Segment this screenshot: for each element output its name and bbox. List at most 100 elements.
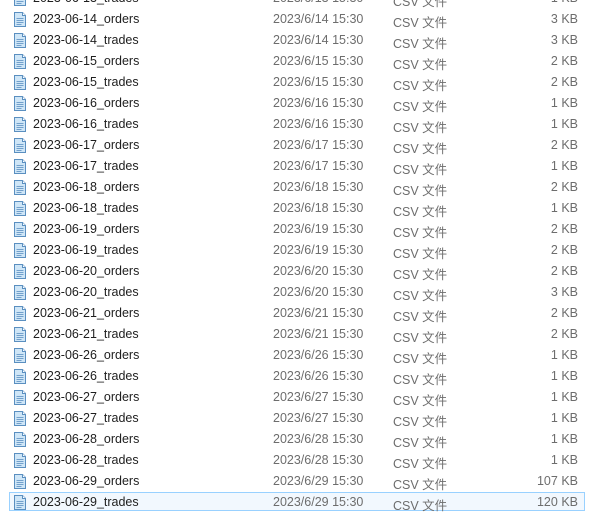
file-size: 1 KB (551, 0, 578, 5)
file-row[interactable]: 2023-06-18_trades 2023/6/18 15:30 CSV 文件… (0, 198, 611, 219)
file-modified-date: 2023/6/18 15:30 (273, 201, 364, 215)
file-row[interactable]: 2023-06-15_orders 2023/6/15 15:30 CSV 文件… (0, 51, 611, 72)
file-modified-date: 2023/6/19 15:30 (273, 222, 364, 236)
csv-file-icon (13, 264, 27, 279)
file-modified-date: 2023/6/26 15:30 (273, 369, 364, 383)
file-size: 1 KB (550, 369, 578, 383)
csv-file-icon (13, 12, 27, 27)
csv-file-icon (13, 474, 27, 489)
file-row[interactable]: 2023-06-20_trades 2023/6/20 15:30 CSV 文件… (0, 282, 611, 303)
file-modified-date: 2023/6/27 15:30 (273, 390, 364, 404)
file-type: CSV 文件 (393, 415, 448, 429)
file-name: 2023-06-15_orders (33, 54, 140, 68)
csv-file-icon (13, 432, 27, 447)
file-modified-date: 2023/6/21 15:30 (273, 306, 364, 320)
file-size: 107 KB (536, 474, 578, 488)
file-row[interactable]: 2023-06-28_orders 2023/6/28 15:30 CSV 文件… (0, 429, 611, 450)
file-modified-date: 2023/6/16 15:30 (273, 96, 364, 110)
file-type: CSV 文件 (393, 457, 448, 471)
file-size: 1 KB (550, 453, 578, 467)
file-row[interactable]: 2023-06-27_orders 2023/6/27 15:30 CSV 文件… (0, 387, 611, 408)
file-modified-date: 2023/6/20 15:30 (273, 264, 364, 278)
file-modified-date: 2023/6/14 15:30 (273, 12, 364, 26)
file-row[interactable]: 2023-06-26_orders 2023/6/26 15:30 CSV 文件… (0, 345, 611, 366)
csv-file-icon (13, 453, 27, 468)
file-type: CSV 文件 (393, 352, 448, 366)
file-type: CSV 文件 (393, 331, 448, 345)
file-size: 3 KB (550, 285, 578, 299)
file-type: CSV 文件 (393, 163, 448, 177)
file-modified-date: 2023/6/16 15:30 (273, 117, 364, 131)
csv-file-icon (13, 285, 27, 300)
file-row[interactable]: 2023-06-14_trades 2023/6/14 15:30 CSV 文件… (0, 30, 611, 51)
csv-file-icon (13, 495, 27, 510)
file-size: 2 KB (550, 75, 578, 89)
file-modified-date: 2023/6/17 15:30 (273, 138, 364, 152)
file-row[interactable]: 2023-06-26_trades 2023/6/26 15:30 CSV 文件… (0, 366, 611, 387)
file-type: CSV 文件 (393, 478, 448, 492)
file-modified-date: 2023/6/14 15:30 (273, 33, 364, 47)
file-row[interactable]: 2023-06-17_trades 2023/6/17 15:30 CSV 文件… (0, 156, 611, 177)
file-name: 2023-06-17_orders (33, 138, 140, 152)
csv-file-icon (13, 201, 27, 216)
csv-file-icon (13, 327, 27, 342)
file-row[interactable]: 2023-06-21_orders 2023/6/21 15:30 CSV 文件… (0, 303, 611, 324)
file-row[interactable]: 2023-06-27_trades 2023/6/27 15:30 CSV 文件… (0, 408, 611, 429)
file-type: CSV 文件 (393, 100, 448, 114)
file-modified-date: 2023/6/29 15:30 (273, 495, 364, 509)
file-type: CSV 文件 (393, 247, 448, 261)
file-row[interactable]: 2023-06-19_orders 2023/6/19 15:30 CSV 文件… (0, 219, 611, 240)
csv-file-icon (13, 180, 27, 195)
file-list: 2023-06-13_trades 2023/6/13 15:30 CSV 文件… (0, 0, 611, 513)
file-size: 2 KB (550, 138, 578, 152)
file-row[interactable]: 2023-06-28_trades 2023/6/28 15:30 CSV 文件… (0, 450, 611, 471)
file-modified-date: 2023/6/26 15:30 (273, 348, 364, 362)
file-row[interactable]: 2023-06-15_trades 2023/6/15 15:30 CSV 文件… (0, 72, 611, 93)
file-size: 3 KB (550, 12, 578, 26)
file-type: CSV 文件 (393, 205, 448, 219)
file-type: CSV 文件 (393, 184, 448, 198)
file-row[interactable]: 2023-06-13_trades 2023/6/13 15:30 CSV 文件… (0, 0, 611, 9)
csv-file-icon (13, 138, 27, 153)
file-row[interactable]: 2023-06-18_orders 2023/6/18 15:30 CSV 文件… (0, 177, 611, 198)
file-modified-date: 2023/6/15 15:30 (273, 54, 364, 68)
file-modified-date: 2023/6/19 15:30 (273, 243, 364, 257)
file-modified-date: 2023/6/28 15:30 (273, 432, 364, 446)
file-type: CSV 文件 (393, 394, 448, 408)
file-size: 2 KB (550, 327, 578, 341)
file-row[interactable]: 2023-06-14_orders 2023/6/14 15:30 CSV 文件… (0, 9, 611, 30)
file-name: 2023-06-21_trades (33, 327, 139, 341)
file-type: CSV 文件 (393, 37, 448, 51)
file-modified-date: 2023/6/29 15:30 (273, 474, 364, 488)
file-size: 2 KB (550, 264, 578, 278)
csv-file-icon (13, 369, 27, 384)
file-name: 2023-06-17_trades (33, 159, 139, 173)
file-type: CSV 文件 (393, 16, 448, 30)
file-type: CSV 文件 (393, 310, 448, 324)
file-name: 2023-06-20_trades (33, 285, 139, 299)
csv-file-icon (13, 159, 27, 174)
file-row[interactable]: 2023-06-16_orders 2023/6/16 15:30 CSV 文件… (0, 93, 611, 114)
file-name: 2023-06-19_trades (33, 243, 139, 257)
file-modified-date: 2023/6/20 15:30 (273, 285, 364, 299)
file-type: CSV 文件 (393, 373, 448, 387)
file-name: 2023-06-28_trades (33, 453, 139, 467)
file-row[interactable]: 2023-06-29_orders 2023/6/29 15:30 CSV 文件… (0, 471, 611, 492)
file-row[interactable]: 2023-06-17_orders 2023/6/17 15:30 CSV 文件… (0, 135, 611, 156)
file-type: CSV 文件 (393, 79, 448, 93)
csv-file-icon (13, 348, 27, 363)
file-name: 2023-06-16_orders (33, 96, 140, 110)
csv-file-icon (13, 75, 27, 90)
file-row[interactable]: 2023-06-21_trades 2023/6/21 15:30 CSV 文件… (0, 324, 611, 345)
file-row[interactable]: 2023-06-20_orders 2023/6/20 15:30 CSV 文件… (0, 261, 611, 282)
file-type: CSV 文件 (393, 226, 448, 240)
file-size: 2 KB (550, 306, 578, 320)
file-name: 2023-06-14_trades (33, 33, 139, 47)
file-name: 2023-06-26_orders (33, 348, 140, 362)
file-modified-date: 2023/6/28 15:30 (273, 453, 364, 467)
file-row[interactable]: 2023-06-19_trades 2023/6/19 15:30 CSV 文件… (0, 240, 611, 261)
file-modified-date: 2023/6/18 15:30 (273, 180, 364, 194)
file-row[interactable]: 2023-06-16_trades 2023/6/16 15:30 CSV 文件… (0, 114, 611, 135)
file-size: 2 KB (550, 54, 578, 68)
file-row[interactable]: 2023-06-29_trades 2023/6/29 15:30 CSV 文件… (0, 492, 611, 513)
